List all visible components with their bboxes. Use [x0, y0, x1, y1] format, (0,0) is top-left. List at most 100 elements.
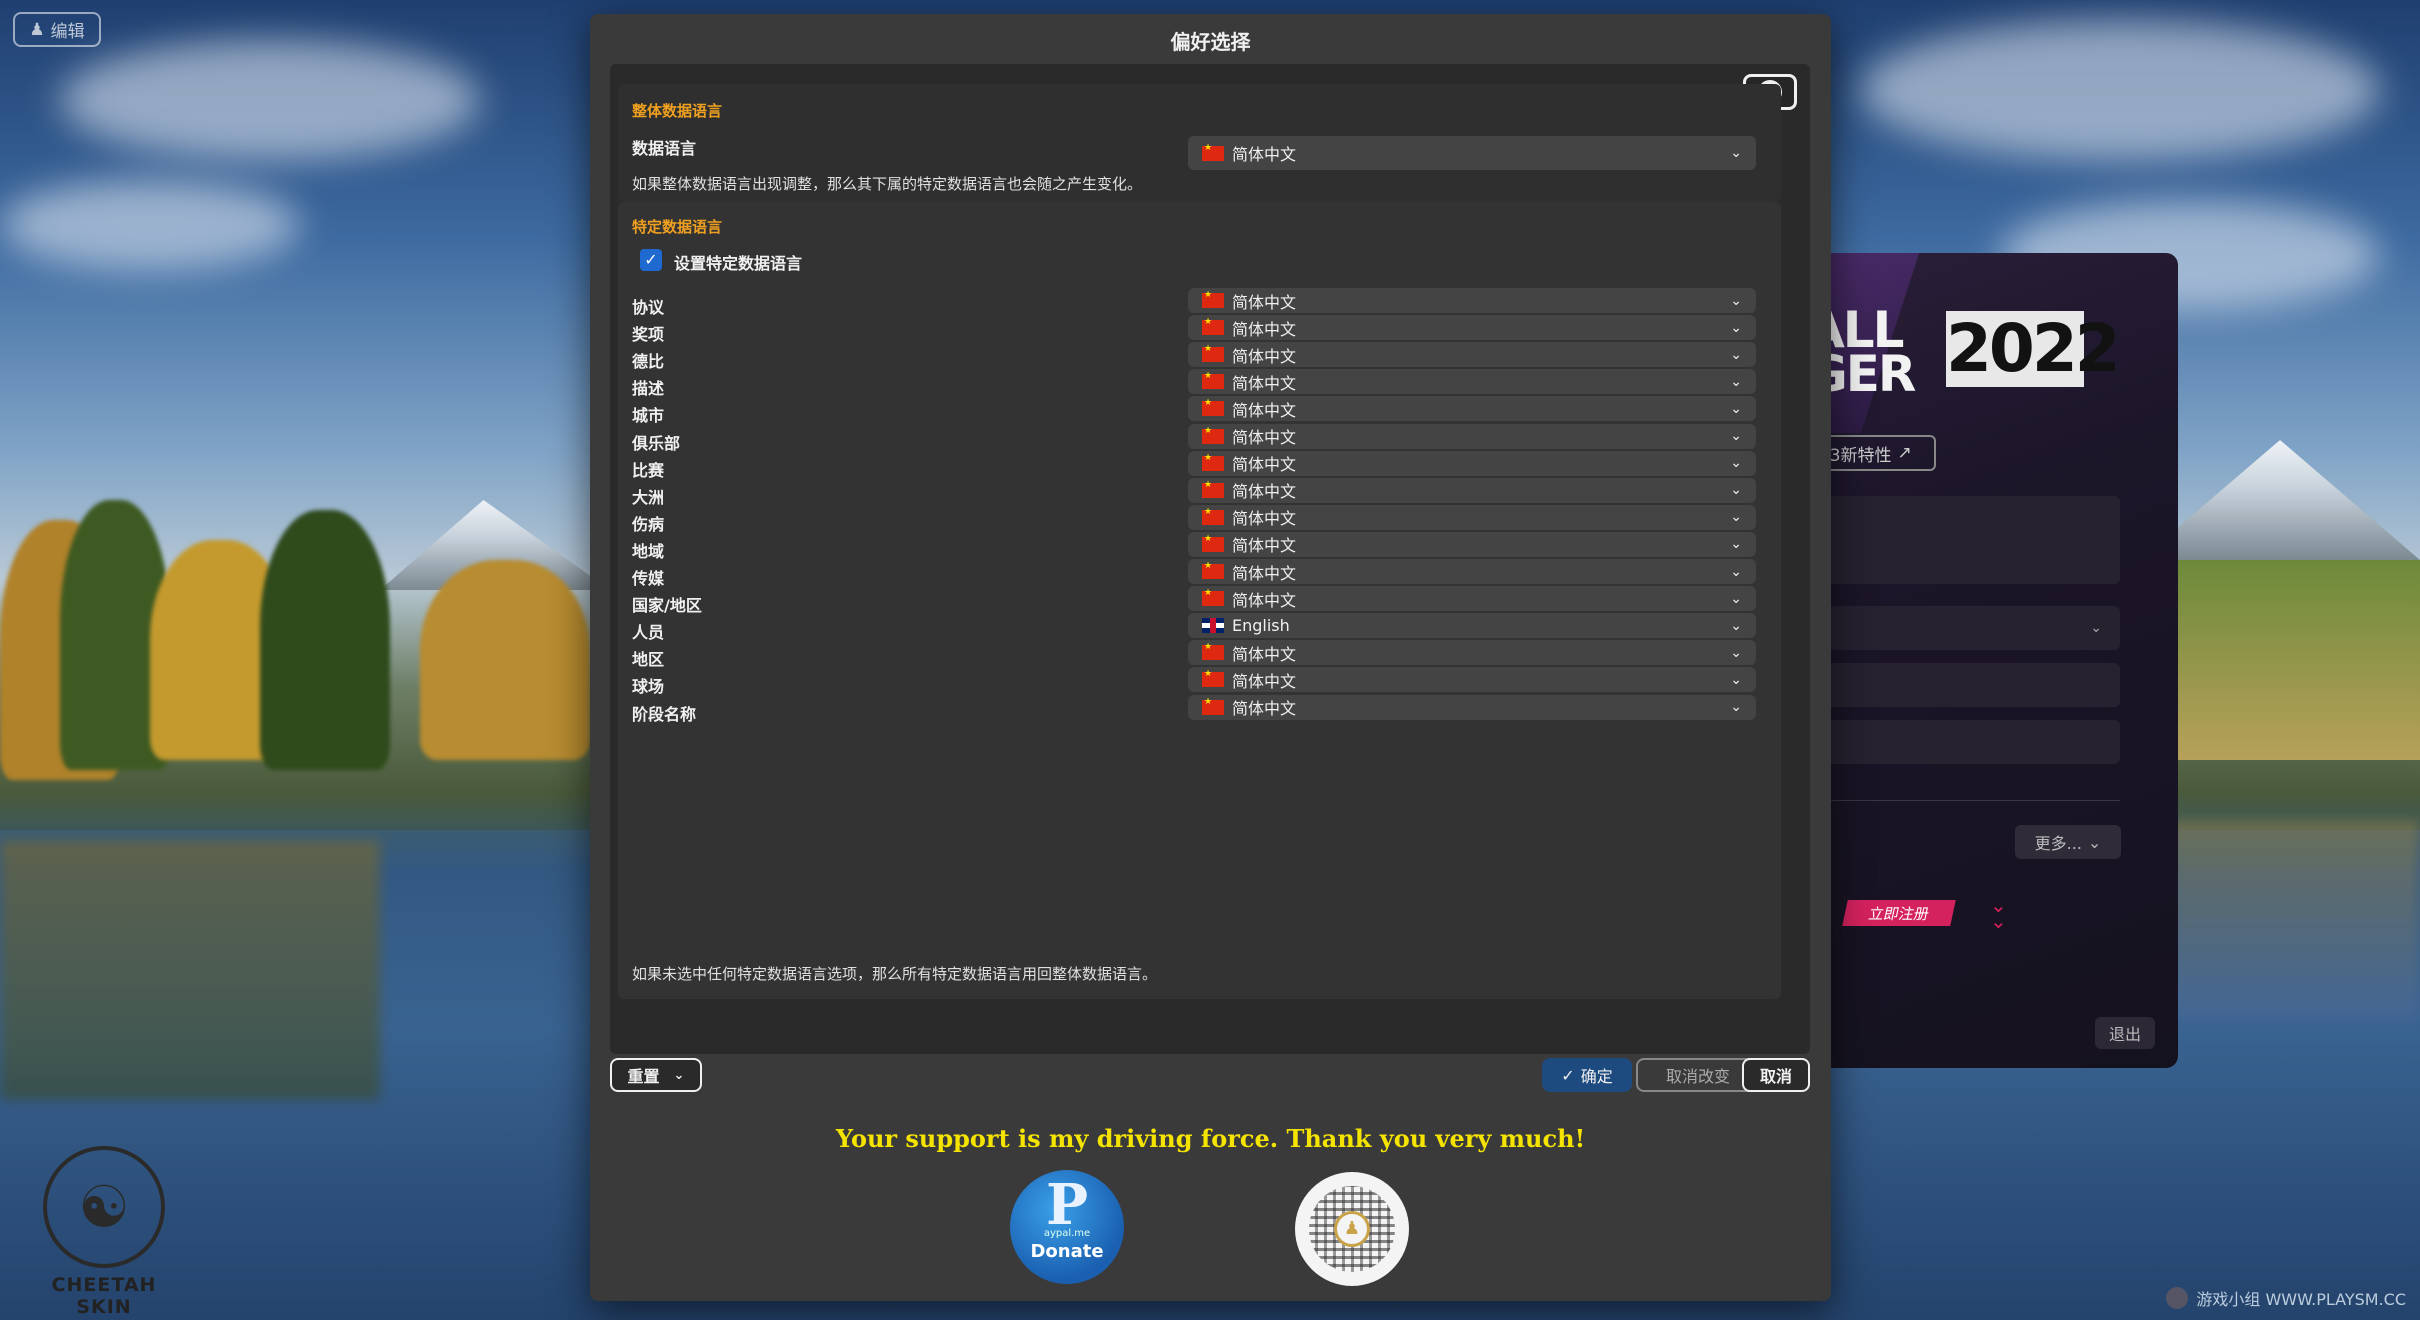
chevron-down-icon: ⌄	[1730, 400, 1742, 417]
fm-launcher-window: BALL AGER 2022 M23新特性 ↗ ⌄ 更多... ⌄ 立即注册 ⌄…	[1790, 253, 2178, 1068]
language-row-label: 传媒	[632, 569, 665, 588]
language-row-select[interactable]: English ⌄	[1188, 613, 1756, 639]
fm-year: 2022	[1946, 310, 2121, 387]
chevron-down-icon: ⌄	[1730, 428, 1742, 444]
chevron-down-icon: ⌄	[1730, 536, 1742, 553]
language-row-label: 阶段名称	[632, 704, 697, 724]
paypal-url: aypal.me	[1043, 1228, 1091, 1239]
check-icon: ✓	[1561, 1065, 1575, 1085]
reset-button[interactable]: 重置 ⌄	[610, 1058, 702, 1092]
external-link-icon: ↗	[1897, 443, 1912, 463]
language-row-select[interactable]: 简体中文⌄	[1188, 369, 1756, 395]
paypal-donate-button[interactable]: P aypal.me Donate	[1010, 1170, 1124, 1284]
china-flag-icon	[1202, 507, 1224, 525]
chevron-down-icon: ⌄	[1730, 563, 1742, 580]
paypal-icon: P	[1045, 1172, 1089, 1238]
language-row-select[interactable]: 简体中文⌄	[1188, 667, 1756, 693]
language-row-label: 地区	[632, 650, 665, 670]
chevron-down-icon: ⌄	[1730, 617, 1742, 634]
language-row-select[interactable]: 简体中文⌄	[1188, 477, 1756, 503]
china-flag-icon	[1202, 561, 1224, 579]
register-button[interactable]: 立即注册	[1842, 900, 1956, 926]
language-row-select[interactable]: 简体中文⌄	[1188, 640, 1756, 666]
watermark-icon	[2166, 1287, 2189, 1309]
language-row-label: 协议	[632, 298, 665, 317]
china-flag-icon	[1202, 669, 1224, 688]
language-row-select[interactable]: 简体中文⌄	[1188, 288, 1756, 313]
language-row-label: 地域	[632, 541, 665, 561]
more-button[interactable]: 更多... ⌄	[2015, 825, 2121, 859]
launcher-panel	[1790, 496, 2120, 584]
chevron-down-icon: ⌄	[1730, 145, 1742, 161]
chevron-down-icon: ⌄	[2087, 832, 2102, 852]
double-chevron-icon: ⌄ ⌄	[1990, 893, 2007, 933]
language-row-label: 比赛	[632, 460, 665, 480]
uk-flag-icon	[1202, 618, 1224, 634]
launcher-dropdown[interactable]: ⌄	[1790, 606, 2120, 650]
chevron-down-icon: ⌄	[2090, 620, 2102, 636]
chevron-down-icon: ⌄	[1730, 671, 1742, 688]
chevron-down-icon: ⌄	[1730, 590, 1742, 607]
china-flag-icon	[1202, 290, 1224, 308]
confirm-button[interactable]: ✓ 确定	[1542, 1058, 1632, 1092]
specific-language-checkbox[interactable]: ✓	[640, 249, 662, 271]
exit-button[interactable]: 退出	[2095, 1017, 2155, 1049]
divider	[1790, 800, 2120, 801]
overall-language-section: 整体数据语言 数据语言 简体中文 ⌄ 如果整体数据语言出现调整，那么其下属的特定…	[618, 84, 1781, 202]
language-row-select[interactable]: 简体中文⌄	[1188, 559, 1756, 584]
desktop-edit-button[interactable]: ♟ 编辑	[13, 12, 101, 47]
language-row-select[interactable]: 简体中文⌄	[1188, 315, 1756, 341]
china-flag-icon	[1202, 426, 1224, 444]
language-row-label: 奖项	[632, 325, 665, 345]
site-watermark: 游戏小组 WWW.PLAYSM.CC	[2166, 1286, 2406, 1310]
china-flag-icon	[1202, 642, 1224, 661]
chevron-down-icon: ⌄	[1730, 644, 1742, 661]
cheetah-logo-text: CHEETAH SKIN	[51, 1274, 157, 1318]
china-flag-icon	[1202, 480, 1224, 498]
qr-logo-icon: ♟	[1334, 1211, 1370, 1247]
section-title: 特定数据语言	[632, 218, 723, 236]
cancel-button[interactable]: 取消	[1742, 1058, 1810, 1092]
language-row-select[interactable]: 简体中文⌄	[1188, 586, 1756, 612]
language-row-select[interactable]: 简体中文⌄	[1188, 450, 1756, 476]
language-row-select[interactable]: 简体中文⌄	[1188, 531, 1756, 557]
china-flag-icon	[1202, 697, 1224, 715]
language-row-select[interactable]: 简体中文⌄	[1188, 504, 1756, 530]
language-row-label: 球场	[632, 677, 665, 697]
specific-note: 如果未选中任何特定数据语言选项，那么所有特定数据语言用回整体数据语言。	[632, 965, 1158, 983]
chevron-down-icon: ⌄	[1730, 373, 1742, 390]
chevron-down-icon: ⌄	[1730, 482, 1742, 499]
chevron-down-icon: ⌄	[1730, 509, 1742, 526]
language-row-select[interactable]: 简体中文⌄	[1188, 342, 1756, 368]
language-row-label: 城市	[632, 406, 665, 426]
language-row-select[interactable]: 简体中文⌄	[1188, 423, 1756, 449]
language-row-label: 国家/地区	[632, 596, 702, 616]
cheetah-icon: ☯	[43, 1146, 165, 1268]
support-message: Your support is my driving force. Thank …	[835, 1124, 1586, 1153]
china-flag-icon	[1202, 317, 1224, 336]
watermark-text: 游戏小组 WWW.PLAYSM.CC	[2196, 1290, 2406, 1309]
chevron-down-icon: ⌄	[1730, 455, 1742, 472]
section-title: 整体数据语言	[632, 102, 723, 120]
language-row-select[interactable]: 简体中文⌄	[1188, 396, 1756, 422]
launcher-field-2[interactable]	[1790, 720, 2120, 764]
language-row-label: 伤病	[632, 514, 665, 534]
launcher-field-1[interactable]	[1790, 663, 2120, 707]
language-row-select[interactable]: 简体中文⌄	[1188, 694, 1756, 720]
data-language-select[interactable]: 简体中文 ⌄	[1188, 136, 1756, 170]
chevron-down-icon: ⌄	[673, 1067, 685, 1083]
language-row-label: 大洲	[632, 487, 665, 507]
language-row-label: 描述	[632, 379, 665, 399]
china-flag-icon	[1202, 143, 1224, 161]
china-flag-icon	[1202, 398, 1224, 417]
user-icon: ♟	[29, 19, 45, 40]
desktop-edit-label: 编辑	[50, 22, 85, 42]
donate-label: Donate	[1030, 1241, 1104, 1262]
dialog-title: 偏好选择	[1170, 30, 1251, 54]
china-flag-icon	[1202, 588, 1224, 607]
chevron-down-icon: ⌄	[1730, 319, 1742, 336]
cheetah-logo: ☯ CHEETAH SKIN	[34, 1146, 174, 1318]
data-language-label: 数据语言	[632, 139, 697, 158]
china-flag-icon	[1202, 344, 1224, 363]
donation-qr-code: ♟	[1295, 1172, 1409, 1286]
